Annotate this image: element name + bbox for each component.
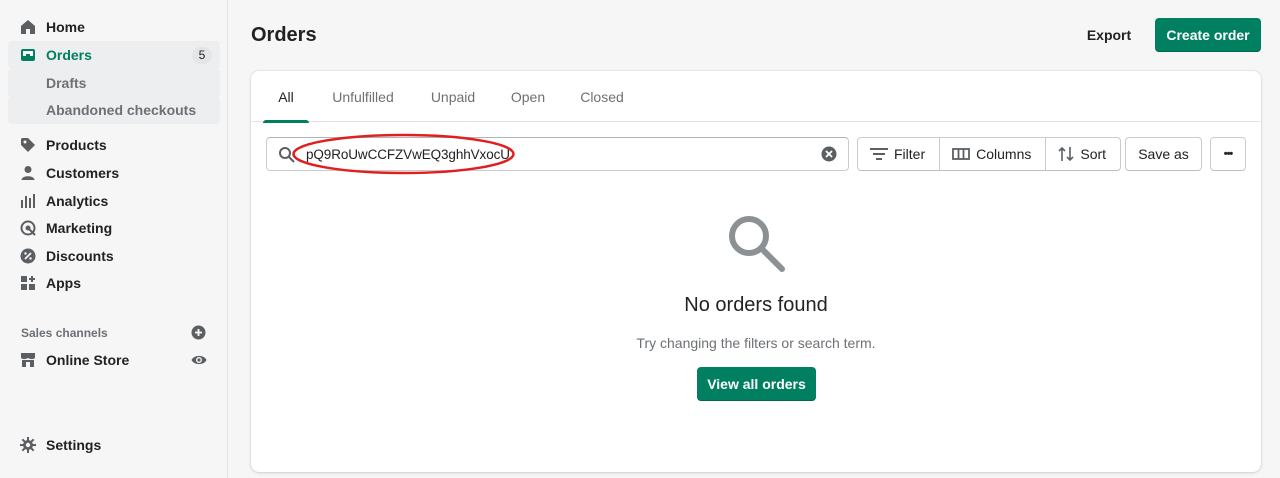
sort-icon xyxy=(1058,146,1074,162)
sort-label: Sort xyxy=(1080,146,1107,162)
sales-channels-label: Sales channels xyxy=(21,326,108,340)
sidebar-item-products[interactable]: Products xyxy=(8,131,220,159)
sidebar-item-label: Products xyxy=(46,137,107,153)
empty-state-title: No orders found xyxy=(684,294,828,316)
tab-unfulfilled[interactable]: Unfulfilled xyxy=(323,71,403,122)
sidebar-item-label: Apps xyxy=(46,275,81,291)
export-button[interactable]: Export xyxy=(1074,18,1144,52)
order-tabs: All Unfulfilled Unpaid Open Closed xyxy=(251,71,1261,123)
tag-icon xyxy=(20,137,36,153)
view-store-eye-icon[interactable] xyxy=(191,353,207,367)
filter-button-group: Filter Columns Sort xyxy=(857,137,1122,171)
sidebar-item-label: Online Store xyxy=(46,352,130,368)
create-order-button[interactable]: Create order xyxy=(1155,18,1261,52)
sidebar-item-home[interactable]: Home xyxy=(8,13,220,41)
clear-search-icon[interactable] xyxy=(821,146,837,162)
columns-button[interactable]: Columns xyxy=(940,138,1047,170)
orders-count-badge: 5 xyxy=(192,47,212,64)
sidebar-item-customers[interactable]: Customers xyxy=(8,159,220,187)
columns-label: Columns xyxy=(976,146,1032,162)
orders-icon xyxy=(20,47,36,63)
gear-icon xyxy=(20,437,36,453)
home-icon xyxy=(20,19,36,35)
orders-card: All Unfulfilled Unpaid Open Closed pQ9Ro… xyxy=(251,71,1261,472)
filter-label: Filter xyxy=(894,146,926,162)
page-title: Orders xyxy=(251,24,317,46)
sidebar-item-drafts[interactable]: Drafts xyxy=(8,69,220,97)
sidebar-item-analytics[interactable]: Analytics xyxy=(8,187,220,215)
target-icon xyxy=(20,220,36,236)
sidebar-item-label: Analytics xyxy=(46,193,109,209)
search-input[interactable]: pQ9RoUwCCFZVwEQ3ghhVxocU xyxy=(266,137,849,171)
sidebar-item-settings[interactable]: Settings xyxy=(8,431,220,459)
sidebar-item-orders[interactable]: Orders 5 xyxy=(8,41,220,69)
sort-button[interactable]: Sort xyxy=(1046,138,1120,170)
sidebar-item-label: Drafts xyxy=(46,75,87,91)
save-as-button[interactable]: Save as xyxy=(1125,137,1202,171)
sidebar-item-marketing[interactable]: Marketing xyxy=(8,214,220,242)
store-icon xyxy=(20,352,36,368)
tab-closed[interactable]: Closed xyxy=(572,71,632,122)
tab-unpaid[interactable]: Unpaid xyxy=(421,71,485,122)
search-query-text[interactable]: pQ9RoUwCCFZVwEQ3ghhVxocU xyxy=(306,147,510,162)
tab-open[interactable]: Open xyxy=(503,71,553,122)
sidebar-item-label: Discounts xyxy=(46,248,114,264)
view-all-orders-button[interactable]: View all orders xyxy=(697,367,816,401)
more-actions-button[interactable]: ••• xyxy=(1210,137,1246,171)
columns-icon xyxy=(952,148,971,160)
sidebar-item-label: Customers xyxy=(46,165,120,181)
empty-state-subtitle: Try changing the filters or search term. xyxy=(636,335,876,351)
bar-chart-icon xyxy=(20,193,36,209)
discount-icon xyxy=(20,248,36,264)
sidebar: Home Orders 5 Drafts Abandoned checkouts… xyxy=(0,0,228,478)
filter-icon xyxy=(870,148,888,160)
sidebar-item-label: Orders xyxy=(46,47,92,63)
sidebar-item-discounts[interactable]: Discounts xyxy=(8,242,220,270)
filter-button[interactable]: Filter xyxy=(858,138,941,170)
sidebar-item-apps[interactable]: Apps xyxy=(8,269,220,297)
tab-all[interactable]: All xyxy=(263,71,309,123)
search-icon xyxy=(278,146,296,164)
sidebar-item-label: Home xyxy=(46,19,85,35)
empty-search-icon xyxy=(727,214,787,274)
apps-icon xyxy=(20,275,36,291)
sidebar-item-online-store[interactable]: Online Store xyxy=(8,346,220,374)
sidebar-item-label: Abandoned checkouts xyxy=(46,102,197,118)
sidebar-item-label: Marketing xyxy=(46,220,113,236)
sidebar-item-abandoned-checkouts[interactable]: Abandoned checkouts xyxy=(8,96,220,124)
add-sales-channel-icon[interactable] xyxy=(191,325,206,340)
person-icon xyxy=(20,165,36,181)
sidebar-item-label: Settings xyxy=(46,437,102,453)
